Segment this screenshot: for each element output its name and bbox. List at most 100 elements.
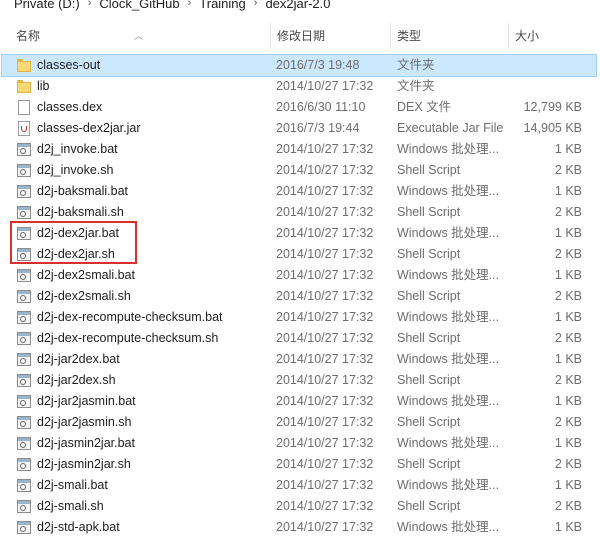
- file-row[interactable]: d2j-jasmin2jar.bat 2014/10/27 17:32 Window…: [2, 433, 596, 454]
- file-date: 2014/10/27 17:32: [276, 499, 374, 513]
- script-file-icon: [16, 163, 32, 178]
- file-date: 2014/10/27 17:32: [276, 268, 374, 282]
- file-type: Windows 批处理...: [397, 394, 500, 408]
- file-date: 2014/10/27 17:32: [276, 457, 374, 471]
- file-row[interactable]: d2j-baksmali.sh 2014/10/27 17:32 Shell Scr…: [2, 202, 596, 223]
- file-type: Shell Script: [397, 457, 461, 471]
- file-size: 1 KB: [554, 520, 582, 534]
- file-name: d2j-dex2jar.sh: [37, 247, 115, 261]
- file-row[interactable]: classes.dex 2016/6/30 11:10 DEX 文件 12,799 K…: [2, 97, 596, 118]
- file-name: d2j_invoke.bat: [37, 142, 118, 156]
- chevron-right-icon[interactable]: ›: [84, 0, 96, 9]
- file-name: d2j-dex-recompute-checksum.bat: [37, 310, 223, 324]
- script-file-icon: [16, 352, 32, 367]
- file-type: Shell Script: [397, 289, 461, 303]
- file-name: d2j-jar2dex.bat: [37, 352, 120, 366]
- file-type: DEX 文件: [397, 100, 452, 114]
- breadcrumb-item-clock-github[interactable]: Clock_GitHub: [95, 0, 183, 11]
- file-size: 2 KB: [554, 373, 582, 387]
- file-row[interactable]: d2j_invoke.bat 2014/10/27 17:32 Windows 批处…: [2, 139, 596, 160]
- file-date: 2014/10/27 17:32: [276, 352, 374, 366]
- file-row[interactable]: d2j-jar2dex.sh 2014/10/27 17:32 Shell Scri…: [2, 370, 596, 391]
- column-header-type[interactable]: 类型: [390, 23, 508, 49]
- file-row[interactable]: lib 2014/10/27 17:32 文件夹: [2, 76, 596, 97]
- file-row[interactable]: d2j-smali.bat 2014/10/27 17:32 Windows 批处理…: [2, 475, 596, 496]
- file-type: Windows 批处理...: [397, 520, 500, 534]
- file-row[interactable]: d2j-dex2smali.sh 2014/10/27 17:32 Shell Sc…: [2, 286, 596, 307]
- file-row[interactable]: d2j-dex2jar.sh 2014/10/27 17:32 Shell Scri…: [2, 244, 596, 265]
- file-date: 2014/10/27 17:32: [276, 394, 374, 408]
- file-size: 1 KB: [554, 310, 582, 324]
- file-row[interactable]: d2j-jar2jasmin.bat 2014/10/27 17:32 Window…: [2, 391, 596, 412]
- file-name: d2j-std-apk.bat: [37, 520, 120, 534]
- file-type: Windows 批处理...: [397, 352, 500, 366]
- file-date: 2014/10/27 17:32: [276, 289, 374, 303]
- file-row[interactable]: classes-dex2jar.jar 2016/7/3 19:44 Executa…: [2, 118, 596, 139]
- breadcrumb: Private (D:) › Clock_GitHub › Training ›…: [0, 0, 600, 12]
- folder-icon: [16, 79, 32, 94]
- file-row[interactable]: d2j-std-apk.bat 2014/10/27 17:32 Windows 批…: [2, 517, 596, 538]
- file-date: 2014/10/27 17:32: [276, 184, 374, 198]
- file-date: 2016/6/30 11:10: [276, 100, 366, 114]
- file-row[interactable]: d2j-jar2dex.bat 2014/10/27 17:32 Windows 批…: [2, 349, 596, 370]
- file-row[interactable]: d2j-smali.sh 2014/10/27 17:32 Shell Script…: [2, 496, 596, 517]
- file-type: Windows 批处理...: [397, 226, 500, 240]
- file-size: 1 KB: [554, 394, 582, 408]
- chevron-right-icon[interactable]: ›: [184, 0, 196, 9]
- file-size: 14,905 KB: [523, 121, 582, 135]
- script-file-icon: [16, 415, 32, 430]
- file-type: Shell Script: [397, 247, 461, 261]
- file-date: 2014/10/27 17:32: [276, 415, 374, 429]
- file-name: d2j-smali.bat: [37, 478, 108, 492]
- file-date: 2014/10/27 17:32: [276, 205, 374, 219]
- file-row[interactable]: d2j-jasmin2jar.sh 2014/10/27 17:32 Shell S…: [2, 454, 596, 475]
- file-row[interactable]: d2j-dex2smali.bat 2014/10/27 17:32 Windows…: [2, 265, 596, 286]
- file-row[interactable]: d2j-jar2jasmin.sh 2014/10/27 17:32 Shell S…: [2, 412, 596, 433]
- file-row[interactable]: d2j-dex-recompute-checksum.bat 2014/10/27…: [2, 307, 596, 328]
- script-file-icon: [16, 394, 32, 409]
- file-date: 2016/7/3 19:48: [276, 58, 360, 72]
- file-name: d2j_invoke.sh: [37, 163, 114, 177]
- file-row[interactable]: classes-out 2016/7/3 19:48 文件夹: [1, 54, 597, 77]
- file-size: 2 KB: [554, 457, 582, 471]
- file-size: 1 KB: [554, 226, 582, 240]
- file-size: 1 KB: [554, 142, 582, 156]
- file-name: d2j-jar2jasmin.sh: [37, 415, 132, 429]
- file-type: Windows 批处理...: [397, 268, 500, 282]
- file-name: classes-dex2jar.jar: [37, 121, 141, 135]
- script-file-icon: [16, 436, 32, 451]
- script-file-icon: [16, 310, 32, 325]
- file-size: 2 KB: [554, 289, 582, 303]
- file-date: 2014/10/27 17:32: [276, 478, 374, 492]
- file-date: 2016/7/3 19:44: [276, 121, 360, 135]
- file-date: 2014/10/27 17:32: [276, 247, 374, 261]
- breadcrumb-item-drive[interactable]: Private (D:): [10, 0, 84, 11]
- file-date: 2014/10/27 17:32: [276, 310, 374, 324]
- sort-ascending-icon: ︿: [134, 31, 144, 41]
- file-type: Shell Script: [397, 163, 461, 177]
- file-row[interactable]: d2j_invoke.sh 2014/10/27 17:32 Shell Scrip…: [2, 160, 596, 181]
- file-type: Windows 批处理...: [397, 478, 500, 492]
- file-type: Windows 批处理...: [397, 184, 500, 198]
- file-type: Shell Script: [397, 415, 461, 429]
- file-row[interactable]: d2j-dex2jar.bat 2014/10/27 17:32 Windows 批…: [2, 223, 596, 244]
- breadcrumb-item-training[interactable]: Training: [195, 0, 249, 11]
- script-file-icon: [16, 373, 32, 388]
- file-size: 1 KB: [554, 268, 582, 282]
- file-name: d2j-jar2jasmin.bat: [37, 394, 136, 408]
- file-type: Windows 批处理...: [397, 436, 500, 450]
- file-date: 2014/10/27 17:32: [276, 373, 374, 387]
- file-date: 2014/10/27 17:32: [276, 226, 374, 240]
- file-row[interactable]: d2j-dex-recompute-checksum.sh 2014/10/27 …: [2, 328, 596, 349]
- file-size: 2 KB: [554, 247, 582, 261]
- file-row[interactable]: d2j-baksmali.bat 2014/10/27 17:32 Windows …: [2, 181, 596, 202]
- breadcrumb-item-dex2jar[interactable]: dex2jar-2.0: [261, 0, 334, 11]
- script-file-icon: [16, 226, 32, 241]
- column-header-size[interactable]: 大小: [508, 23, 600, 49]
- file-name: d2j-baksmali.bat: [37, 184, 129, 198]
- file-name: d2j-smali.sh: [37, 499, 104, 513]
- column-header-date[interactable]: 修改日期: [270, 23, 390, 49]
- chevron-right-icon[interactable]: ›: [250, 0, 262, 9]
- file-date: 2014/10/27 17:32: [276, 436, 374, 450]
- file-name: d2j-dex2jar.bat: [37, 226, 120, 240]
